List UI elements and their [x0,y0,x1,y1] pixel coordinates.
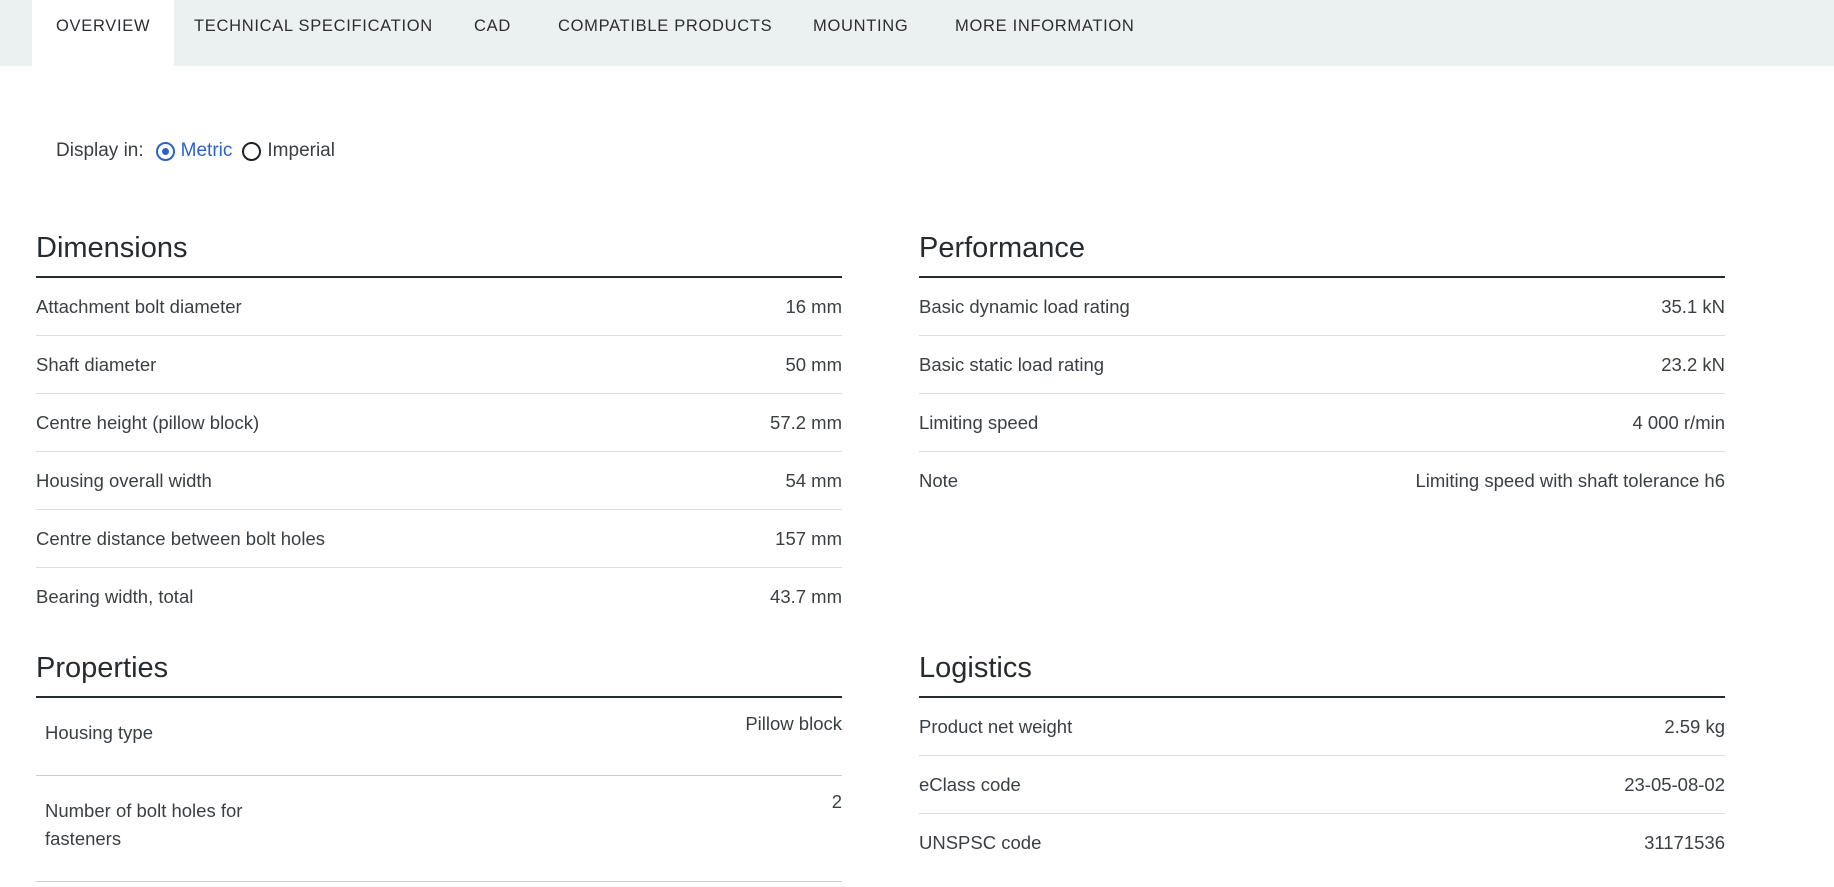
row-label: UNSPSC code [919,832,1042,853]
row-label: eClass code [919,773,1021,795]
tab-mounting[interactable]: MOUNTING [813,0,908,66]
dimension-row: Attachment bolt diameter 16 mm [36,278,842,336]
row-value: 2.59 kg [1664,715,1725,737]
radio-selected-icon [155,141,175,161]
performance-row: Basic dynamic load rating 35.1 kN [919,278,1725,336]
property-row: Number of bolt holes for fasteners 2 [36,776,842,882]
display-in-label: Display in: [56,140,144,161]
row-label: Limiting speed [919,411,1039,433]
row-value: 2 [831,791,842,812]
row-value: 50 mm [785,353,842,375]
row-label: Housing overall width [36,469,212,491]
row-value: 35.1 kN [1661,295,1725,317]
unit-selector: Display in: Metric Imperial [56,138,345,164]
metric-label: Metric [180,140,233,161]
row-value: 57.2 mm [770,411,842,433]
row-value: 157 mm [775,527,842,549]
imperial-label: Imperial [267,140,335,161]
row-label-line: fasteners [45,828,122,849]
row-label: Housing type [45,722,153,743]
dimension-row: Housing overall width 54 mm [36,452,842,510]
row-label: Centre height (pillow block) [36,411,260,433]
logistics-section: Logistics Product net weight 2.59 kg eCla… [919,646,1725,872]
properties-section: Properties Housing type Pillow block Num… [36,646,842,882]
logistics-row: eClass code 23-05-08-02 [919,756,1725,814]
property-row: Housing type Pillow block [36,698,842,776]
row-label: Shaft diameter [36,353,157,375]
dimension-row: Bearing width, total 43.7 mm [36,568,842,626]
row-label: Number of bolt holes for fasteners [36,788,242,881]
metric-radio[interactable]: Metric [155,140,233,162]
logistics-row: Product net weight 2.59 kg [919,698,1725,756]
row-value: 54 mm [785,469,842,491]
row-value: 23.2 kN [1661,353,1725,375]
properties-title: Properties [36,646,842,698]
row-label: Note [919,470,959,491]
row-label: Centre distance between bolt holes [36,527,325,549]
row-value: 43.7 mm [770,586,842,607]
logistics-title: Logistics [919,646,1725,698]
performance-row: Limiting speed 4 000 r/min [919,394,1725,452]
row-value: 16 mm [785,295,842,317]
row-label: Basic dynamic load rating [919,295,1130,317]
row-label: Basic static load rating [919,353,1105,375]
dimension-row: Centre distance between bolt holes 157 mm [36,510,842,568]
dimensions-section: Dimensions Attachment bolt diameter 16 mm… [36,226,842,626]
row-label: Bearing width, total [36,586,194,607]
row-value: 4 000 r/min [1632,411,1725,433]
row-value: 23-05-08-02 [1624,773,1725,795]
performance-row: Basic static load rating 23.2 kN [919,336,1725,394]
tab-compatible-products[interactable]: COMPATIBLE PRODUCTS [558,0,772,66]
imperial-radio[interactable]: Imperial [242,140,335,162]
row-label: Product net weight [919,715,1073,737]
row-label-line: Number of bolt holes for [45,800,243,821]
row-value: Limiting speed with shaft tolerance h6 [1415,470,1725,491]
radio-unselected-icon [242,141,262,161]
row-label: Attachment bolt diameter [36,295,242,317]
tab-overview[interactable]: OVERVIEW [32,0,175,66]
dimensions-title: Dimensions [36,226,842,278]
tab-cad[interactable]: CAD [474,0,511,66]
dimension-row: Shaft diameter 50 mm [36,336,842,394]
tab-bar: OVERVIEW TECHNICAL SPECIFICATION CAD COM… [0,0,1834,66]
performance-section: Performance Basic dynamic load rating 35.… [919,226,1725,510]
tab-technical-specification[interactable]: TECHNICAL SPECIFICATION [194,0,433,66]
row-value: 31171536 [1644,832,1725,853]
logistics-row: UNSPSC code 31171536 [919,814,1725,872]
dimension-row: Centre height (pillow block) 57.2 mm [36,394,842,452]
row-value: Pillow block [745,713,842,734]
performance-title: Performance [919,226,1725,278]
performance-row: Note Limiting speed with shaft tolerance … [919,452,1725,510]
tab-more-information[interactable]: MORE INFORMATION [955,0,1135,66]
